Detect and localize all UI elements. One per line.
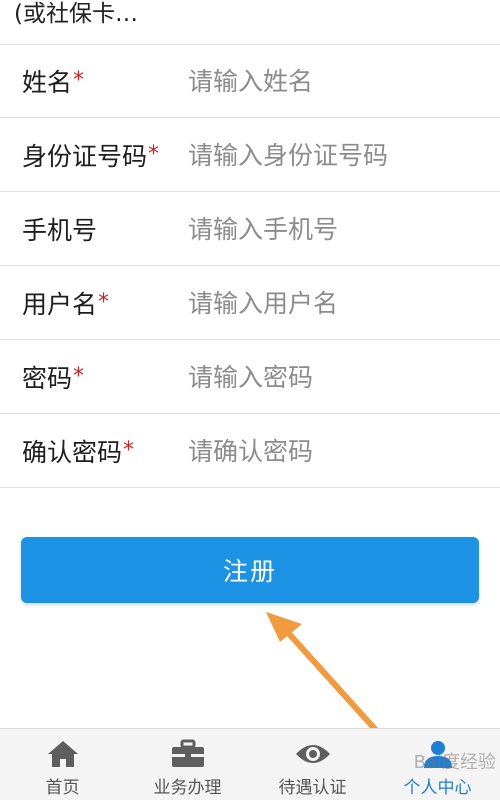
eye-icon: [294, 737, 332, 771]
nav-home[interactable]: 首页: [0, 729, 125, 800]
form-row-username: 用户名*: [0, 267, 500, 340]
nav-business[interactable]: 业务办理: [125, 729, 250, 800]
name-label: 姓名*: [22, 68, 85, 97]
id-type-row[interactable]: (或社保卡…: [0, 0, 500, 45]
form-row-confirm-password: 确认密码*: [0, 415, 500, 488]
required-star: *: [73, 364, 85, 389]
briefcase-icon: [169, 737, 207, 771]
password-label: 密码*: [22, 364, 85, 393]
nav-certification-label: 待遇认证: [278, 778, 347, 798]
id-type-value-cut: [190, 0, 470, 8]
user-icon: [419, 737, 457, 771]
required-star: *: [98, 290, 110, 315]
nav-certification[interactable]: 待遇认证: [250, 729, 375, 800]
name-input[interactable]: [188, 61, 478, 101]
nav-business-label: 业务办理: [153, 778, 222, 798]
form-row-password: 密码*: [0, 341, 500, 414]
nav-home-label: 首页: [45, 778, 80, 798]
id-number-input[interactable]: [188, 135, 478, 175]
id-number-label: 身份证号码*: [22, 142, 160, 171]
home-icon: [44, 737, 82, 771]
username-label: 用户名*: [22, 290, 110, 319]
form-row-id-number: 身份证号码*: [0, 119, 500, 192]
bottom-nav: 首页 业务办理 待遇认证 个人中心: [0, 728, 500, 800]
register-button[interactable]: 注册: [21, 537, 479, 603]
nav-personal-center-label: 个人中心: [403, 778, 472, 798]
required-star: *: [148, 142, 160, 167]
form-row-name: 姓名*: [0, 45, 500, 118]
required-star: *: [73, 68, 85, 93]
id-type-label: (或社保卡…: [14, 1, 138, 27]
username-input[interactable]: [188, 283, 478, 323]
required-star: *: [123, 438, 135, 463]
phone-label: 手机号: [22, 216, 98, 245]
phone-input[interactable]: [188, 209, 478, 249]
confirm-password-input[interactable]: [188, 431, 478, 471]
password-input[interactable]: [188, 357, 478, 397]
nav-personal-center[interactable]: 个人中心: [375, 729, 500, 800]
confirm-password-label: 确认密码*: [22, 438, 135, 467]
form-row-phone: 手机号: [0, 193, 500, 266]
